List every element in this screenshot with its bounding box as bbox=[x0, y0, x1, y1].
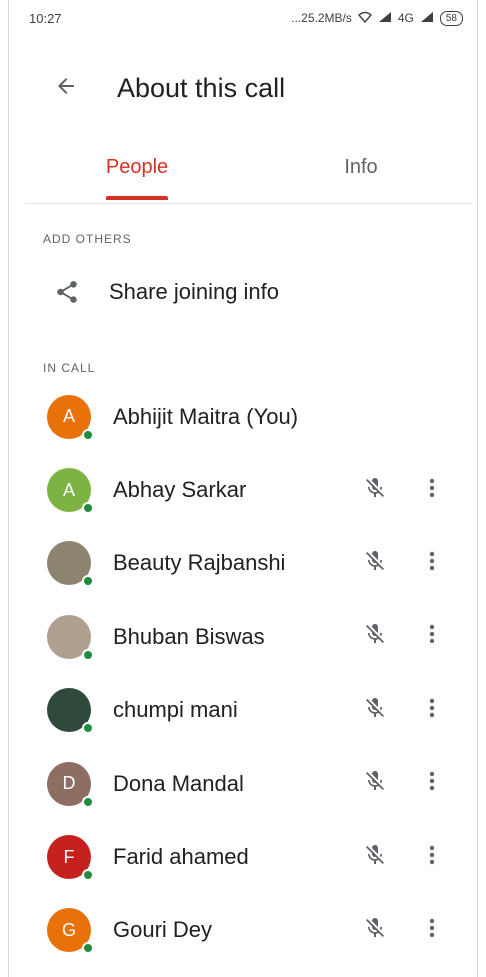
wifi-icon bbox=[357, 11, 372, 26]
participant-name: Abhijit Maitra (You) bbox=[113, 403, 299, 429]
section-label-in-call: IN CALL bbox=[43, 361, 96, 375]
avatar: G bbox=[47, 908, 94, 955]
participant-row[interactable]: A Abhijit Maitra (You) bbox=[9, 380, 479, 453]
participant-row[interactable]: chumpi mani bbox=[9, 674, 479, 747]
mute-status-button[interactable] bbox=[355, 764, 395, 804]
network-speed: ...25.2MB/s bbox=[291, 11, 352, 25]
participant-name: Bhuban Biswas bbox=[113, 623, 265, 649]
more-options-button[interactable] bbox=[417, 690, 447, 730]
app-screen: 10:27 ...25.2MB/s 4G 58 About this call … bbox=[8, 0, 478, 977]
presence-dot bbox=[82, 575, 94, 588]
participant-list: A Abhijit Maitra (You) A Abhay Sarkar Be… bbox=[9, 380, 479, 967]
back-button[interactable] bbox=[41, 63, 91, 113]
participant-name: Beauty Rajbanshi bbox=[113, 550, 286, 576]
more-options-button[interactable] bbox=[417, 470, 447, 510]
battery-icon: 58 bbox=[439, 10, 463, 26]
participant-name: Gouri Dey bbox=[113, 917, 213, 943]
more-options-button[interactable] bbox=[417, 764, 447, 804]
participant-row[interactable]: F Farid ahamed bbox=[9, 820, 479, 893]
mute-status-button[interactable] bbox=[355, 543, 395, 583]
signal-icon-2 bbox=[420, 11, 434, 26]
mute-status-button[interactable] bbox=[355, 470, 395, 510]
avatar-initial: A bbox=[62, 406, 75, 427]
tab-people[interactable]: People bbox=[25, 138, 249, 196]
more-vert-icon bbox=[428, 696, 436, 725]
participant-row[interactable]: G Gouri Dey bbox=[9, 894, 479, 967]
tab-info[interactable]: Info bbox=[249, 138, 473, 196]
mute-status-button[interactable] bbox=[355, 617, 395, 657]
more-options-button[interactable] bbox=[417, 910, 447, 950]
network-type: 4G bbox=[397, 11, 414, 25]
app-bar: About this call bbox=[9, 56, 479, 120]
arrow-left-icon bbox=[54, 74, 78, 103]
status-time: 10:27 bbox=[29, 10, 62, 26]
avatar: A bbox=[47, 468, 94, 515]
participant-name: Abhay Sarkar bbox=[113, 477, 247, 503]
more-vert-icon bbox=[428, 769, 436, 798]
avatar-initial: F bbox=[63, 846, 75, 867]
avatar-initial: G bbox=[61, 919, 76, 940]
more-vert-icon bbox=[428, 622, 436, 651]
page-title: About this call bbox=[117, 72, 286, 103]
section-label-add-others: ADD OTHERS bbox=[43, 232, 132, 246]
avatar-initial: D bbox=[62, 773, 76, 794]
mic-off-icon bbox=[363, 696, 387, 725]
presence-dot bbox=[82, 869, 94, 882]
mic-off-icon bbox=[363, 916, 387, 945]
more-vert-icon bbox=[428, 549, 436, 578]
participant-row[interactable]: Beauty Rajbanshi bbox=[9, 527, 479, 600]
more-vert-icon bbox=[428, 916, 436, 945]
presence-dot bbox=[82, 502, 94, 515]
presence-dot bbox=[82, 648, 94, 661]
more-vert-icon bbox=[428, 843, 436, 872]
mic-off-icon bbox=[363, 769, 387, 798]
tab-bar: People Info bbox=[25, 138, 473, 204]
share-joining-info-label: Share joining info bbox=[109, 279, 280, 304]
avatar: A bbox=[47, 394, 94, 441]
avatar-initial: A bbox=[62, 479, 75, 500]
mic-off-icon bbox=[363, 476, 387, 505]
participant-name: Dona Mandal bbox=[113, 770, 244, 796]
more-options-button[interactable] bbox=[417, 617, 447, 657]
signal-icon bbox=[378, 11, 392, 26]
mute-status-button[interactable] bbox=[355, 690, 395, 730]
status-indicators: ...25.2MB/s 4G 58 bbox=[291, 10, 463, 26]
avatar bbox=[47, 541, 94, 588]
status-bar: 10:27 ...25.2MB/s 4G 58 bbox=[9, 0, 479, 36]
share-icon bbox=[47, 272, 87, 312]
presence-dot bbox=[82, 942, 94, 955]
participant-name: chumpi mani bbox=[113, 697, 238, 723]
presence-dot bbox=[82, 428, 94, 441]
mic-off-icon bbox=[363, 622, 387, 651]
participant-row[interactable]: D Dona Mandal bbox=[9, 747, 479, 820]
mute-status-button[interactable] bbox=[355, 910, 395, 950]
mute-status-button[interactable] bbox=[355, 837, 395, 877]
avatar: F bbox=[47, 835, 94, 882]
more-options-button[interactable] bbox=[417, 837, 447, 877]
participant-name: Farid ahamed bbox=[113, 844, 249, 870]
presence-dot bbox=[82, 795, 94, 808]
presence-dot bbox=[82, 722, 94, 735]
mic-off-icon bbox=[363, 549, 387, 578]
participant-row[interactable]: Bhuban Biswas bbox=[9, 600, 479, 673]
more-vert-icon bbox=[428, 476, 436, 505]
participant-row[interactable]: A Abhay Sarkar bbox=[9, 453, 479, 526]
avatar bbox=[47, 614, 94, 661]
avatar: D bbox=[47, 761, 94, 808]
more-options-button[interactable] bbox=[417, 543, 447, 583]
mic-off-icon bbox=[363, 843, 387, 872]
avatar bbox=[47, 688, 94, 735]
share-joining-info-button[interactable]: Share joining info bbox=[9, 262, 479, 322]
